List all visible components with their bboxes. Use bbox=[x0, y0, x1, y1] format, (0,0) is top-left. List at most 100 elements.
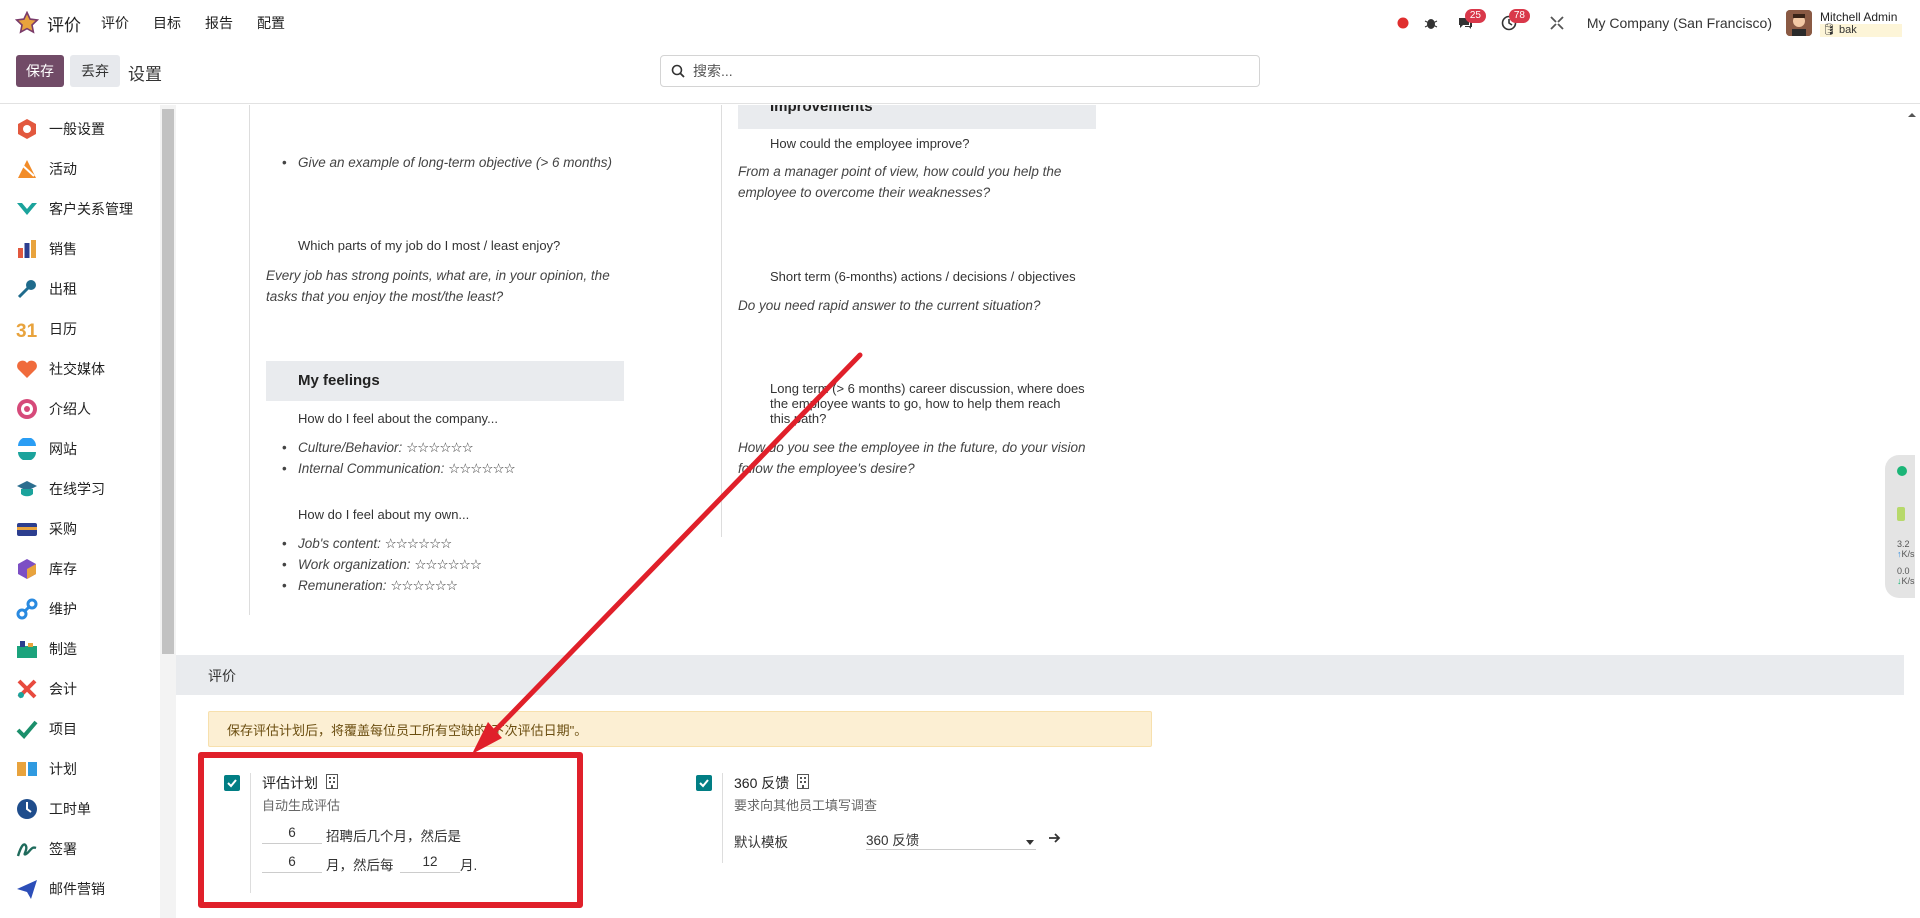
rating-item: Internal Communication: ☆☆☆☆☆☆ bbox=[282, 461, 516, 477]
search-box[interactable] bbox=[660, 55, 1260, 87]
sidebar-scroll-thumb[interactable] bbox=[162, 109, 174, 654]
sidebar-item-label: 会计 bbox=[49, 681, 77, 697]
sidebar-item-rental[interactable]: 出租 bbox=[0, 269, 160, 309]
sidebar-item-maintenance[interactable]: 维护 bbox=[0, 589, 160, 629]
network-speed-widget[interactable]: 3.2 ↑K/s 0.0 ↓K/s bbox=[1885, 455, 1915, 598]
save-button[interactable]: 保存 bbox=[16, 55, 64, 87]
menu-configuration[interactable]: 配置 bbox=[257, 13, 285, 33]
user-avatar[interactable] bbox=[1786, 10, 1812, 36]
sidebar-item-referral[interactable]: 介绍人 bbox=[0, 389, 160, 429]
star-rating[interactable]: ☆☆☆☆☆☆ bbox=[406, 440, 474, 455]
sidebar-item-manufacturing[interactable]: 制造 bbox=[0, 629, 160, 669]
upload-unit: K/s bbox=[1901, 549, 1915, 559]
general-settings-icon bbox=[16, 118, 38, 140]
rating-label: Remuneration: bbox=[298, 578, 387, 593]
sidebar-item-elearning[interactable]: 在线学习 bbox=[0, 469, 160, 509]
template-hint: How do you see the employee in the futur… bbox=[738, 440, 1086, 455]
template-question: Which parts of my job do I most / least … bbox=[298, 238, 561, 253]
template-question: How could the employee improve? bbox=[770, 136, 970, 151]
template-left-border bbox=[249, 105, 250, 615]
sidebar-item-label: 介绍人 bbox=[49, 401, 91, 417]
template-hint: From a manager point of view, how could … bbox=[738, 164, 1062, 179]
sidebar-item-website[interactable]: 网站 bbox=[0, 429, 160, 469]
sidebar-item-sales[interactable]: 销售 bbox=[0, 229, 160, 269]
sidebar-item-label: 在线学习 bbox=[49, 481, 105, 497]
crm-icon bbox=[16, 198, 38, 220]
building-icon bbox=[797, 774, 810, 792]
activities-icon bbox=[16, 158, 38, 180]
sidebar-item-label: 销售 bbox=[49, 241, 77, 257]
calendar-icon: 31 bbox=[16, 318, 38, 340]
sidebar-item-planning[interactable]: 计划 bbox=[0, 749, 160, 789]
rating-label: Culture/Behavior: bbox=[298, 440, 403, 455]
sidebar-item-label: 制造 bbox=[49, 641, 77, 657]
sidebar-item-label: 工时单 bbox=[49, 801, 91, 817]
sidebar-item-label: 库存 bbox=[49, 561, 77, 577]
sidebar-item-label: 采购 bbox=[49, 521, 77, 537]
sidebar-item-activities[interactable]: 活动 bbox=[0, 149, 160, 189]
project-icon bbox=[16, 718, 38, 740]
sidebar-item-label: 网站 bbox=[49, 441, 77, 457]
sidebar-item-accounting[interactable]: 会计 bbox=[0, 669, 160, 709]
sidebar-item-timesheet[interactable]: 工时单 bbox=[0, 789, 160, 829]
user-name: Mitchell Admin bbox=[1820, 9, 1898, 24]
sidebar-item-label: 计划 bbox=[49, 761, 77, 777]
template-column-divider bbox=[721, 105, 722, 537]
internal-link-arrow-icon[interactable] bbox=[1048, 831, 1062, 847]
sidebar-item-calendar[interactable]: 31 日历 bbox=[0, 309, 160, 349]
company-switcher[interactable]: My Company (San Francisco) bbox=[1587, 15, 1772, 31]
sidebar-scrollbar[interactable] bbox=[160, 105, 176, 918]
sidebar-item-label: 活动 bbox=[49, 161, 77, 177]
star-rating[interactable]: ☆☆☆☆☆☆ bbox=[385, 536, 453, 551]
svg-text:31: 31 bbox=[16, 321, 38, 340]
template-question: Long term (> 6 months) career discussion… bbox=[770, 381, 1085, 396]
user-menu[interactable]: Mitchell Admin 🛢 bak bbox=[1820, 10, 1902, 37]
sidebar-item-crm[interactable]: 客户关系管理 bbox=[0, 189, 160, 229]
sidebar-item-label: 出租 bbox=[49, 281, 77, 297]
activity-clock-icon[interactable]: 78 bbox=[1495, 9, 1530, 37]
record-icon[interactable] bbox=[1389, 9, 1417, 37]
star-rating[interactable]: ☆☆☆☆☆☆ bbox=[414, 557, 482, 572]
default-template-select[interactable]: 360 反馈 bbox=[866, 828, 1036, 850]
timesheet-icon bbox=[16, 798, 38, 820]
template-hint: employee to overcome their weaknesses? bbox=[738, 185, 991, 200]
star-rating[interactable]: ☆☆☆☆☆☆ bbox=[448, 461, 516, 476]
star-rating[interactable]: ☆☆☆☆☆☆ bbox=[390, 578, 458, 593]
discard-button[interactable]: 丢弃 bbox=[70, 55, 120, 87]
sidebar-item-project[interactable]: 项目 bbox=[0, 709, 160, 749]
menu-goals[interactable]: 目标 bbox=[153, 13, 181, 33]
app-brand[interactable]: 评价 bbox=[14, 10, 81, 36]
template-question: the employee wants to go, how to help th… bbox=[770, 396, 1061, 411]
sidebar-item-label: 项目 bbox=[49, 721, 77, 737]
template-question: How do I feel about the company... bbox=[298, 411, 498, 426]
feedback-360-checkbox[interactable] bbox=[696, 775, 712, 791]
rating-label: Internal Communication: bbox=[298, 461, 445, 476]
app-name: 评价 bbox=[47, 15, 81, 35]
warning-alert: 保存评估计划后，将覆盖每位员工所有空缺的"下次评估日期"。 bbox=[208, 711, 1152, 747]
rating-item: Culture/Behavior: ☆☆☆☆☆☆ bbox=[282, 440, 474, 456]
menu-appraisal[interactable]: 评价 bbox=[101, 13, 129, 33]
sidebar-item-inventory[interactable]: 库存 bbox=[0, 549, 160, 589]
select-value: 360 反馈 bbox=[866, 832, 920, 848]
website-icon bbox=[16, 438, 38, 460]
sidebar-item-email-marketing[interactable]: 邮件营销 bbox=[0, 869, 160, 909]
template-hint: tasks that you enjoy the most/the least? bbox=[266, 289, 504, 304]
setting-border bbox=[722, 773, 723, 863]
database-label: bak bbox=[1839, 23, 1857, 36]
upload-value: 3.2 bbox=[1897, 539, 1910, 549]
bug-icon[interactable] bbox=[1417, 9, 1445, 37]
caret-down-icon bbox=[1026, 834, 1034, 849]
sidebar-item-social-media[interactable]: 社交媒体 bbox=[0, 349, 160, 389]
tools-icon[interactable] bbox=[1543, 9, 1571, 37]
chat-icon[interactable]: 25 bbox=[1451, 9, 1486, 37]
default-template-label: 默认模板 bbox=[734, 835, 788, 850]
sidebar-item-label: 客户关系管理 bbox=[49, 201, 133, 217]
menu-reporting[interactable]: 报告 bbox=[205, 13, 233, 33]
sidebar-item-purchase[interactable]: 采购 bbox=[0, 509, 160, 549]
feedback-360-desc: 要求向其他员工填写调查 bbox=[734, 798, 878, 813]
template-question: this path? bbox=[770, 411, 827, 426]
sidebar-item-sign[interactable]: 签署 bbox=[0, 829, 160, 869]
upload-speed: 3.2 ↑K/s bbox=[1897, 539, 1915, 559]
sidebar-item-general-settings[interactable]: 一般设置 bbox=[0, 109, 160, 149]
search-input[interactable] bbox=[693, 63, 1233, 79]
